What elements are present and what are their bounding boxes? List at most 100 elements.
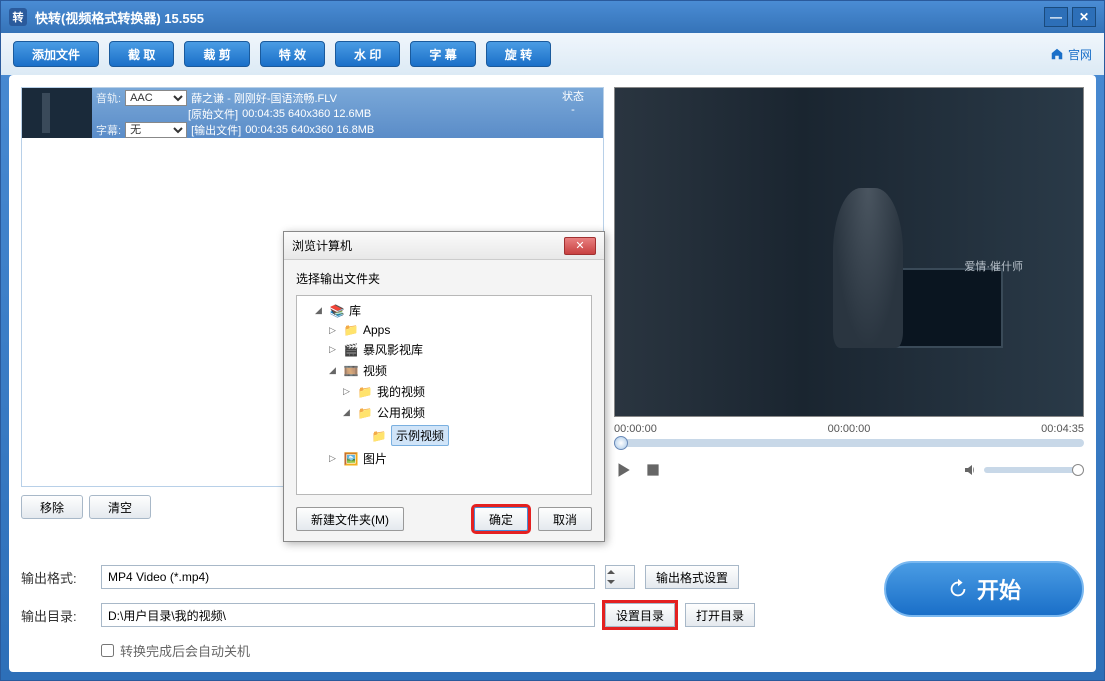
add-file-button[interactable]: 添加文件	[13, 41, 99, 67]
start-button[interactable]: 开始	[884, 561, 1084, 617]
dialog-body: 选择输出文件夹 ◢ 📚 库 ▷ 📁 Apps ▷ 🎬 暴风影视库	[284, 260, 604, 541]
tree-item-my-video[interactable]: ▷ 📁 我的视频	[301, 381, 587, 402]
bottom-section: 输出格式: 输出格式设置 开始 输出目录: 设置目录 打开目录 转换完成后	[21, 565, 1084, 660]
dialog-close-button[interactable]: ✕	[564, 237, 596, 255]
video-thumbnail	[22, 88, 92, 138]
timeline-thumb[interactable]	[614, 436, 628, 450]
time-end: 00:04:35	[1041, 423, 1084, 435]
minimize-button[interactable]: —	[1044, 7, 1068, 27]
expand-icon[interactable]: ▷	[343, 386, 353, 397]
main-window: 转 快转(视频格式转换器) 15.555 — ✕ 添加文件 截 取 裁 剪 特 …	[0, 0, 1105, 681]
official-site-label: 官网	[1068, 46, 1092, 63]
format-settings-button[interactable]: 输出格式设置	[645, 565, 739, 589]
auto-shutdown-checkbox[interactable]	[101, 644, 114, 657]
expand-icon[interactable]: ▷	[329, 344, 339, 355]
time-mid: 00:00:00	[828, 423, 871, 435]
status-value: -	[543, 104, 603, 116]
chevron-up-down-icon	[606, 570, 616, 584]
tree-item-sample-video[interactable]: 📁 示例视频	[301, 423, 587, 448]
file-meta: 音轨: AAC 薛之谦 - 刚刚好-国语流畅.FLV 占位 [原始文件] 00:…	[92, 88, 543, 138]
volume-icon[interactable]	[962, 462, 978, 478]
video-watermark: 爱情·催什师	[964, 258, 1023, 274]
video-preview: 爱情·催什师	[614, 87, 1084, 417]
rotate-button[interactable]: 旋 转	[486, 41, 551, 67]
output-file-info: 00:04:35 640x360 16.8MB	[245, 124, 374, 136]
home-icon	[1050, 47, 1064, 61]
volume-thumb[interactable]	[1072, 464, 1084, 476]
file-row[interactable]: 音轨: AAC 薛之谦 - 刚刚好-国语流畅.FLV 占位 [原始文件] 00:…	[22, 88, 603, 138]
capture-button[interactable]: 截 取	[109, 41, 174, 67]
output-dir-label: 输出目录:	[21, 606, 91, 625]
video-icon: 🎞️	[343, 364, 359, 378]
auto-shutdown-label: 转换完成后会自动关机	[120, 641, 250, 660]
tree-item-baofeng[interactable]: ▷ 🎬 暴风影视库	[301, 339, 587, 360]
video-scene: 爱情·催什师	[615, 88, 1083, 416]
dialog-subtitle: 选择输出文件夹	[296, 270, 592, 287]
expand-icon[interactable]: ▷	[329, 325, 339, 336]
expand-icon[interactable]: ▷	[329, 453, 339, 464]
folder-icon: 📁	[357, 406, 373, 420]
dialog-title-label: 浏览计算机	[292, 237, 352, 254]
volume-slider[interactable]	[984, 467, 1084, 473]
crop-button[interactable]: 裁 剪	[184, 41, 249, 67]
tree-item-library[interactable]: ◢ 📚 库	[301, 300, 587, 321]
dialog-titlebar: 浏览计算机 ✕	[284, 232, 604, 260]
subtitle-button[interactable]: 字 幕	[410, 41, 475, 67]
window-controls: — ✕	[1044, 7, 1096, 27]
refresh-icon	[947, 578, 969, 600]
tree-selected-label: 示例视频	[391, 425, 449, 446]
collapse-icon[interactable]: ◢	[343, 407, 353, 418]
effects-button[interactable]: 特 效	[260, 41, 325, 67]
cancel-button[interactable]: 取消	[538, 507, 592, 531]
dialog-buttons: 新建文件夹(M) 确定 取消	[296, 507, 592, 531]
video-library-icon: 🎬	[343, 343, 359, 357]
audio-label: 音轨:	[96, 90, 121, 106]
app-icon: 转	[9, 8, 27, 26]
subtitle-label: 字幕:	[96, 122, 121, 138]
format-dropdown-button[interactable]	[605, 565, 635, 589]
timeline-slider[interactable]	[614, 439, 1084, 447]
open-dir-button[interactable]: 打开目录	[685, 603, 755, 627]
collapse-icon[interactable]: ◢	[315, 305, 325, 316]
folder-icon: 📁	[371, 429, 387, 443]
titlebar: 转 快转(视频格式转换器) 15.555 — ✕	[1, 1, 1104, 33]
toolbar: 添加文件 截 取 裁 剪 特 效 水 印 字 幕 旋 转 官网	[1, 33, 1104, 75]
library-icon: 📚	[329, 304, 345, 318]
output-file-label: [输出文件]	[191, 122, 241, 138]
filename-label: 薛之谦 - 刚刚好-国语流畅.FLV	[191, 90, 337, 106]
original-file-info: 00:04:35 640x360 12.6MB	[242, 108, 371, 120]
subtitle-select[interactable]: 无	[125, 122, 187, 138]
folder-icon: 📁	[343, 323, 359, 337]
tree-item-apps[interactable]: ▷ 📁 Apps	[301, 321, 587, 339]
audio-track-select[interactable]: AAC	[125, 90, 187, 106]
tree-item-video[interactable]: ◢ 🎞️ 视频	[301, 360, 587, 381]
tree-item-pictures[interactable]: ▷ 🖼️ 图片	[301, 448, 587, 469]
status-header: 状态	[543, 88, 603, 104]
set-dir-button[interactable]: 设置目录	[605, 603, 675, 627]
folder-tree[interactable]: ◢ 📚 库 ▷ 📁 Apps ▷ 🎬 暴风影视库 ◢ 🎞️ 视频	[296, 295, 592, 495]
close-button[interactable]: ✕	[1072, 7, 1096, 27]
original-file-label: [原始文件]	[188, 106, 238, 122]
time-start: 00:00:00	[614, 423, 657, 435]
stop-icon[interactable]	[644, 461, 662, 479]
output-format-label: 输出格式:	[21, 568, 91, 587]
folder-icon: 📁	[357, 385, 373, 399]
app-title: 快转(视频格式转换器) 15.555	[35, 8, 204, 27]
collapse-icon[interactable]: ◢	[329, 365, 339, 376]
remove-button[interactable]: 移除	[21, 495, 83, 519]
output-format-input[interactable]	[101, 565, 595, 589]
new-folder-button[interactable]: 新建文件夹(M)	[296, 507, 404, 531]
watermark-button[interactable]: 水 印	[335, 41, 400, 67]
tree-item-public-video[interactable]: ◢ 📁 公用视频	[301, 402, 587, 423]
timeline-labels: 00:00:00 00:00:00 00:04:35	[614, 423, 1084, 435]
output-dir-input[interactable]	[101, 603, 595, 627]
playback-controls	[614, 461, 1084, 479]
ok-button[interactable]: 确定	[474, 507, 528, 531]
clear-button[interactable]: 清空	[89, 495, 151, 519]
volume-control	[962, 462, 1084, 478]
play-icon[interactable]	[614, 461, 632, 479]
status-column: 状态 -	[543, 88, 603, 138]
official-site-link[interactable]: 官网	[1050, 46, 1092, 63]
browse-folder-dialog: 浏览计算机 ✕ 选择输出文件夹 ◢ 📚 库 ▷ 📁 Apps ▷ 🎬	[283, 231, 605, 542]
picture-icon: 🖼️	[343, 452, 359, 466]
